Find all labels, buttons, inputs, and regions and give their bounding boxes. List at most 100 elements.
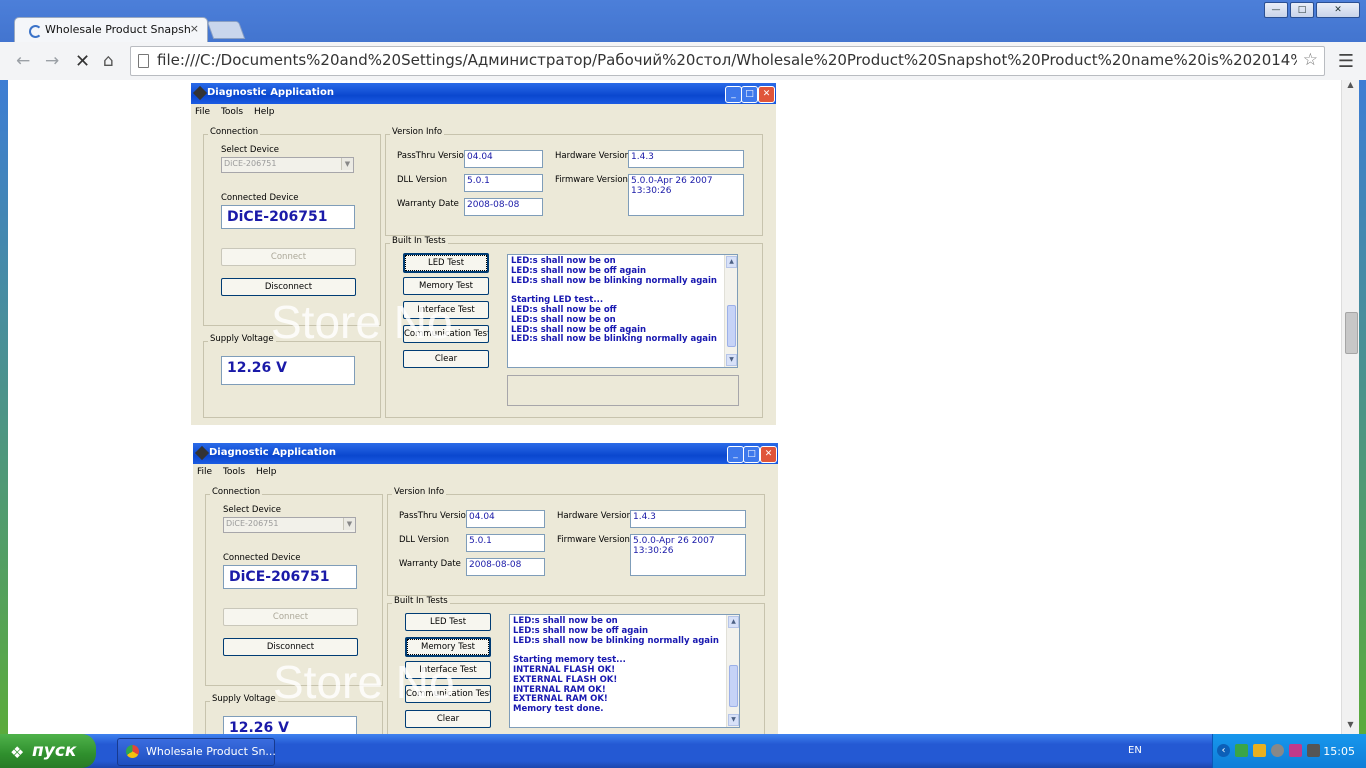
forward-icon[interactable]: → [45, 51, 59, 71]
app-icon [192, 85, 208, 101]
app-screenshot-led-test: Diagnostic Application _ □ ✕ File Tools … [191, 83, 776, 425]
supply-voltage-field: 12.26 V [223, 716, 357, 734]
tray-expand-icon[interactable]: ‹ [1217, 744, 1230, 757]
page-scrollbar[interactable]: ▲ ▼ [1341, 80, 1359, 734]
volume-icon[interactable] [1271, 744, 1284, 757]
built-in-tests-label: Built In Tests [392, 596, 450, 606]
browser-toolbar: ← → ✕ ⌂ file:///C:/Documents%20and%20Set… [0, 42, 1366, 81]
interface-test-button: Interface Test [403, 301, 489, 319]
app-menu-file: File [197, 467, 213, 477]
memory-test-button: Memory Test [405, 637, 491, 657]
dll-label: DLL Version [397, 175, 447, 185]
hardware-label: Hardware Version [555, 151, 630, 161]
select-device-dropdown: DiCE-206751 ▼ [221, 157, 354, 173]
firmware-label: Firmware Version [557, 535, 630, 545]
log-line: LED:s shall now be blinking normally aga… [511, 275, 717, 286]
connected-device-field: DiCE-206751 [223, 565, 357, 589]
log-scrollbar: ▲ ▼ [724, 255, 737, 367]
connection-label: Connection [208, 127, 261, 137]
supply-voltage-label: Supply Voltage [210, 694, 278, 704]
dll-field: 5.0.1 [464, 174, 543, 192]
chevron-down-icon: ▼ [726, 354, 737, 366]
app-menu-help: Help [255, 467, 277, 477]
connect-button: Connect [221, 248, 356, 266]
passthru-field: 04.04 [464, 150, 543, 168]
status-field [507, 375, 739, 406]
select-device-label: Select Device [223, 505, 281, 515]
communication-test-button: Communication Test [403, 325, 489, 343]
select-device-label: Select Device [221, 145, 279, 155]
scroll-thumb[interactable] [1345, 312, 1358, 354]
communication-test-button: Communication Test [405, 685, 491, 703]
app-titlebar: Diagnostic Application _ □ ✕ [193, 443, 778, 464]
browser-chrome: — □ ✕ Wholesale Product Snapshot × ← → ✕… [0, 0, 1366, 81]
start-button[interactable]: ❖ пуск [0, 734, 96, 768]
url-text[interactable]: file:///C:/Documents%20and%20Settings/Ад… [157, 51, 1297, 69]
taskbar-item-browser[interactable]: Wholesale Product Sn... [117, 738, 276, 766]
passthru-field: 04.04 [466, 510, 545, 528]
app-close-icon: ✕ [758, 86, 775, 103]
clear-button: Clear [405, 710, 491, 728]
supply-voltage-field: 12.26 V [221, 356, 355, 385]
connected-device-field: DiCE-206751 [221, 205, 355, 229]
select-device-dropdown: DiCE-206751 ▼ [223, 517, 356, 533]
tray-app-icon[interactable] [1289, 744, 1302, 757]
test-log: LED:s shall now be on LED:s shall now be… [509, 614, 740, 728]
warranty-label: Warranty Date [397, 199, 459, 209]
app-menubar: File Tools Help [195, 107, 283, 117]
system-tray: ‹ 15:05 [1212, 734, 1366, 768]
connected-device-label: Connected Device [221, 193, 299, 203]
bookmark-star-icon[interactable]: ☆ [1303, 50, 1318, 70]
browser-tab[interactable]: Wholesale Product Snapshot × [14, 17, 208, 43]
minimize-button[interactable]: — [1264, 2, 1288, 18]
log-line: LED:s shall now be blinking normally aga… [511, 334, 717, 345]
taskbar-item-label: Wholesale Product Sn... [146, 745, 276, 758]
passthru-label: PassThru Version [399, 511, 472, 521]
new-tab-button[interactable] [206, 21, 246, 39]
log-line: LED:s shall now be blinking normally aga… [513, 635, 719, 646]
app-menu-help: Help [253, 107, 275, 117]
disconnect-button: Disconnect [221, 278, 356, 296]
memory-test-button: Memory Test [403, 277, 489, 295]
chrome-icon [126, 745, 139, 758]
display-icon[interactable] [1307, 744, 1320, 757]
app-minimize-icon: _ [725, 86, 742, 103]
chevron-up-icon: ▲ [726, 256, 737, 268]
chevron-down-icon: ▼ [343, 518, 355, 530]
tab-close-icon[interactable]: × [190, 22, 199, 35]
led-test-button: LED Test [405, 613, 491, 631]
app-menu-file: File [195, 107, 211, 117]
passthru-label: PassThru Version [397, 151, 470, 161]
app-screenshot-memory-test: Diagnostic Application _ □ ✕ File Tools … [193, 443, 778, 734]
stop-icon[interactable]: ✕ [75, 51, 90, 72]
taskbar: ❖ пуск Wholesale Product Sn... EN ‹ 15:0… [0, 734, 1366, 768]
firmware-field: 5.0.0-Apr 26 2007 13:30:26 [628, 174, 744, 216]
scroll-down-icon[interactable]: ▼ [1342, 720, 1359, 734]
browser-menu-icon[interactable]: ☰ [1338, 51, 1354, 72]
maximize-button[interactable]: □ [1290, 2, 1314, 18]
back-icon[interactable]: ← [16, 51, 30, 71]
log-line: Memory test done. [513, 704, 604, 715]
page-icon [138, 54, 149, 68]
version-info-label: Version Info [390, 127, 445, 137]
log-scrollbar: ▲ ▼ [726, 615, 739, 727]
firmware-label: Firmware Version [555, 175, 628, 185]
close-window-button[interactable]: ✕ [1316, 2, 1360, 18]
app-menubar: File Tools Help [197, 467, 285, 477]
loading-spinner-icon [29, 25, 42, 38]
scroll-up-icon[interactable]: ▲ [1342, 80, 1359, 94]
security-icon[interactable] [1253, 744, 1266, 757]
language-indicator[interactable]: EN [1128, 745, 1142, 756]
windows-flag-icon: ❖ [10, 743, 25, 762]
chevron-up-icon: ▲ [728, 616, 739, 628]
network-icon[interactable] [1235, 744, 1248, 757]
address-bar[interactable]: file:///C:/Documents%20and%20Settings/Ад… [130, 46, 1325, 76]
app-menu-tools: Tools [220, 107, 244, 117]
home-icon[interactable]: ⌂ [103, 51, 114, 71]
app-title: Diagnostic Application [209, 447, 336, 458]
app-minimize-icon: _ [727, 446, 744, 463]
app-titlebar: Diagnostic Application _ □ ✕ [191, 83, 776, 104]
warranty-field: 2008-08-08 [464, 198, 543, 216]
clear-button: Clear [403, 350, 489, 368]
connected-device-label: Connected Device [223, 553, 301, 563]
